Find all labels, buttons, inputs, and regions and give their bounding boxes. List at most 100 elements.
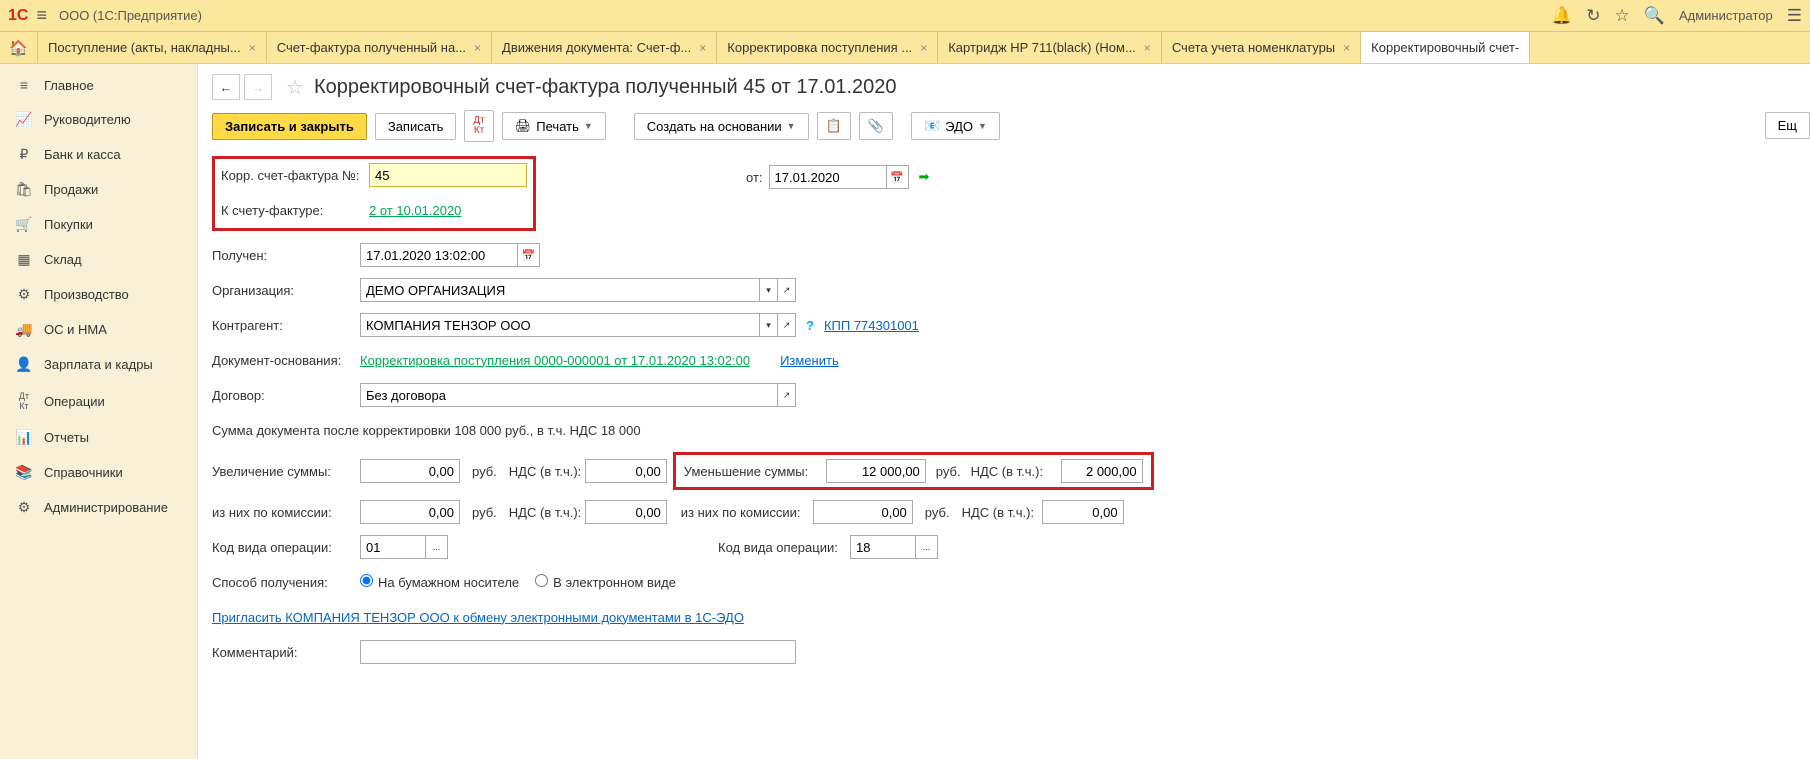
sidebar-item-manager[interactable]: 📈Руководителю (0, 102, 197, 137)
sidebar-item-references[interactable]: 📚Справочники (0, 455, 197, 490)
history-icon[interactable]: ↻ (1586, 6, 1600, 26)
tab-home[interactable]: 🏠 (0, 32, 38, 63)
increase-input[interactable] (360, 459, 460, 483)
comment-input[interactable] (360, 640, 796, 664)
sidebar-item-warehouse[interactable]: ▦Склад (0, 242, 197, 277)
dtkt-button[interactable]: ДтКт (464, 110, 493, 142)
save-close-button[interactable]: Записать и закрыть (212, 113, 367, 140)
highlight-decrease: Уменьшение суммы: руб. НДС (в т.ч.): (673, 452, 1154, 490)
sidebar-item-bank[interactable]: ₽Банк и касса (0, 137, 197, 172)
corr-num-input[interactable] (369, 163, 527, 187)
sidebar-item-sales[interactable]: 🛍Продажи (0, 172, 197, 207)
tab-2[interactable]: Движения документа: Счет-ф...× (492, 32, 717, 63)
comm-inc-input[interactable] (360, 500, 460, 524)
contract-label: Договор: (212, 388, 360, 403)
invite-edo-link[interactable]: Пригласить КОМПАНИЯ ТЕНЗОР ООО к обмену … (212, 610, 744, 625)
sidebar-item-salary[interactable]: 👤Зарплата и кадры (0, 347, 197, 382)
home-icon: ≡ (14, 77, 34, 93)
save-button[interactable]: Записать (375, 113, 457, 140)
sidebar-item-production[interactable]: ⚙Производство (0, 277, 197, 312)
close-icon[interactable]: × (474, 41, 481, 55)
attach-button[interactable]: 📎 (859, 112, 893, 140)
comm-vat-dec-input[interactable] (1042, 500, 1124, 524)
comment-label: Комментарий: (212, 645, 360, 660)
sidebar-item-purchases[interactable]: 🛒Покупки (0, 207, 197, 242)
electronic-radio[interactable]: В электронном виде (535, 574, 676, 590)
vat-inc-input[interactable] (585, 459, 667, 483)
open-icon[interactable]: ↗ (778, 383, 796, 407)
apply-icon[interactable]: ➡ (919, 169, 930, 185)
edo-button[interactable]: 📧ЭДО▼ (911, 112, 1000, 140)
ellipsis-icon[interactable]: ... (426, 535, 448, 559)
received-input[interactable] (360, 243, 518, 267)
paper-radio[interactable]: На бумажном носителе (360, 574, 519, 590)
app-title: ООО (1С:Предприятие) (59, 8, 1551, 23)
change-link[interactable]: Изменить (780, 353, 839, 368)
tab-1[interactable]: Счет-фактура полученный на...× (267, 32, 492, 63)
from-label: от: (746, 170, 763, 185)
open-icon[interactable]: ↗ (778, 278, 796, 302)
doc-base-link[interactable]: Корректировка поступления 0000-000001 от… (360, 353, 750, 368)
from-date-input[interactable] (769, 165, 887, 189)
close-icon[interactable]: × (1144, 41, 1151, 55)
kpp-link[interactable]: КПП 774301001 (824, 318, 919, 333)
tab-0[interactable]: Поступление (акты, накладны...× (38, 32, 267, 63)
vat-label: НДС (в т.ч.): (962, 505, 1042, 520)
favorite-icon[interactable]: ☆ (286, 75, 304, 100)
content: ← → ☆ Корректировочный счет-фактура полу… (198, 64, 1810, 759)
printer-icon: 🖨 (515, 118, 532, 134)
factory-icon: ⚙ (14, 286, 34, 303)
back-button[interactable]: ← (212, 74, 240, 100)
op-code1-input[interactable] (360, 535, 426, 559)
tab-6-active[interactable]: Корректировочный счет- (1361, 32, 1530, 63)
doc-header: ← → ☆ Корректировочный счет-фактура полу… (212, 74, 1796, 100)
help-icon[interactable]: ? (806, 318, 814, 333)
open-icon[interactable]: ↗ (778, 313, 796, 337)
close-icon[interactable]: × (920, 41, 927, 55)
contract-input[interactable] (360, 383, 778, 407)
vat-label: НДС (в т.ч.): (509, 505, 585, 520)
sidebar-item-reports[interactable]: 📊Отчеты (0, 420, 197, 455)
commission-label: из них по комиссии: (212, 505, 360, 520)
calendar-icon[interactable]: 📅 (887, 165, 909, 189)
op-code-label: Код вида операции: (212, 540, 360, 555)
decrease-input[interactable] (826, 459, 926, 483)
tab-4[interactable]: Картридж HP 711(black) (Ном...× (938, 32, 1162, 63)
star-icon[interactable]: ☆ (1615, 6, 1630, 26)
op-code2-label: Код вида операции: (718, 540, 850, 555)
comm-vat-inc-input[interactable] (585, 500, 667, 524)
contractor-input[interactable] (360, 313, 760, 337)
more-button[interactable]: Ещ (1765, 112, 1810, 139)
bell-icon[interactable]: 🔔 (1551, 6, 1572, 26)
dropdown-icon[interactable]: ▾ (760, 278, 778, 302)
dropdown-icon[interactable]: ▾ (760, 313, 778, 337)
forward-button[interactable]: → (244, 74, 272, 100)
sidebar-item-operations[interactable]: ДтКтОперации (0, 382, 197, 420)
close-icon[interactable]: × (1343, 41, 1350, 55)
user-label[interactable]: Администратор (1679, 8, 1773, 23)
tabbar: 🏠 Поступление (акты, накладны...× Счет-ф… (0, 32, 1810, 64)
menu-icon[interactable]: ≡ (36, 5, 47, 26)
search-icon[interactable]: 🔍 (1644, 6, 1665, 26)
print-button[interactable]: 🖨Печать▼ (502, 112, 606, 140)
sidebar-item-assets[interactable]: 🚚ОС и НМА (0, 312, 197, 347)
to-invoice-link[interactable]: 2 от 10.01.2020 (369, 203, 461, 218)
tab-5[interactable]: Счета учета номенклатуры× (1162, 32, 1361, 63)
sidebar-item-admin[interactable]: ⚙Администрирование (0, 490, 197, 525)
tab-3[interactable]: Корректировка поступления ...× (717, 32, 938, 63)
close-icon[interactable]: × (249, 41, 256, 55)
cart-icon: 🛒 (14, 216, 34, 233)
org-input[interactable] (360, 278, 760, 302)
rub-label: руб. (936, 464, 961, 479)
close-icon[interactable]: × (699, 41, 706, 55)
comm-dec-input[interactable] (813, 500, 913, 524)
create-based-button[interactable]: Создать на основании▼ (634, 113, 809, 140)
sum-text: Сумма документа после корректировки 108 … (212, 423, 641, 438)
calendar-icon[interactable]: 📅 (518, 243, 540, 267)
settings-icon[interactable]: ☰ (1787, 6, 1802, 26)
vat-dec-input[interactable] (1061, 459, 1143, 483)
op-code2-input[interactable] (850, 535, 916, 559)
sidebar-item-main[interactable]: ≡Главное (0, 68, 197, 102)
ellipsis-icon[interactable]: ... (916, 535, 938, 559)
copy-button[interactable]: 📋 (817, 112, 851, 140)
